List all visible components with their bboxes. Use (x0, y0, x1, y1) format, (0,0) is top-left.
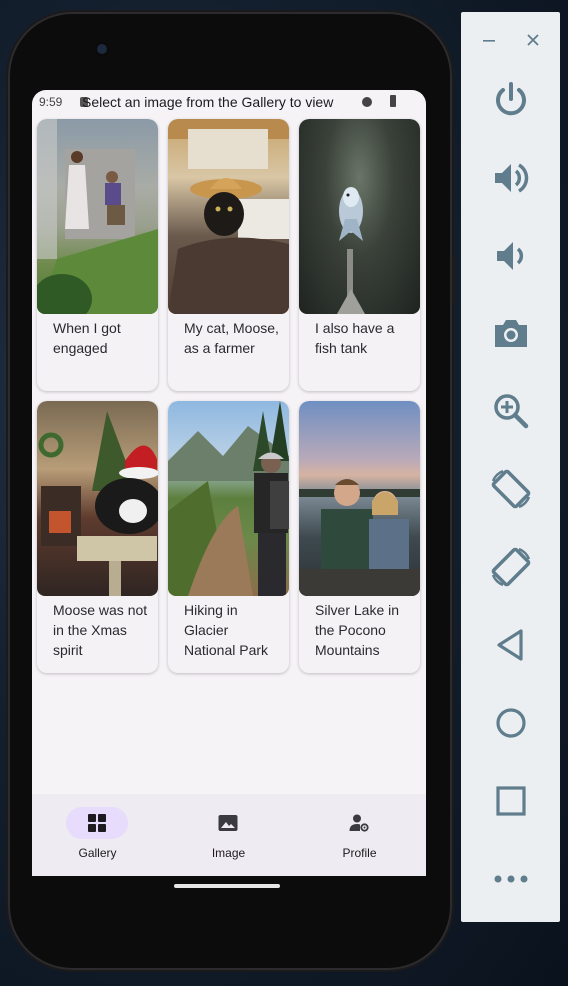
more-button[interactable] (461, 851, 560, 907)
nav-label: Image (211, 846, 246, 860)
gallery-card[interactable]: I also have a fish tank (299, 119, 420, 391)
status-bar: 9:59 Select an image from the Gallery to… (32, 90, 426, 114)
card-caption: I also have a fish tank (315, 320, 395, 356)
home-icon (495, 708, 526, 738)
card-caption: Hiking in Glacier National Park (184, 602, 269, 658)
back-icon (496, 629, 523, 661)
image-icon (218, 815, 238, 831)
network-icon (362, 97, 372, 107)
phone-side-button (452, 255, 456, 305)
home-button[interactable] (461, 695, 560, 751)
nav-item-image[interactable]: Image (163, 794, 294, 876)
emulator-control-panel (461, 12, 560, 922)
rotate-left-icon (491, 469, 530, 509)
card-caption: Silver Lake in the Pocono Mountains (315, 602, 400, 658)
cat-farmer-photo (168, 119, 289, 314)
screenshot-button[interactable] (461, 305, 560, 361)
volume-down-button[interactable] (461, 228, 560, 284)
zoom-in-icon (493, 394, 528, 429)
minimize-icon (483, 40, 495, 42)
hiking-photo (168, 401, 289, 596)
card-caption: When I got engaged (53, 320, 121, 356)
phone-screen: 9:59 Select an image from the Gallery to… (32, 90, 426, 876)
nav-label: Profile (342, 846, 377, 860)
power-icon (495, 82, 526, 116)
volume-down-icon (496, 242, 523, 270)
gallery-card[interactable]: Moose was not in the Xmas spirit (37, 401, 158, 673)
overview-icon (495, 786, 526, 816)
app-title: Select an image from the Gallery to view (82, 94, 334, 110)
home-gesture-bar[interactable] (174, 884, 280, 888)
volume-up-button[interactable] (461, 150, 560, 206)
nav-item-gallery[interactable]: Gallery (32, 794, 163, 876)
rotate-right-icon (491, 547, 530, 587)
gallery-card[interactable]: When I got engaged (37, 119, 158, 391)
card-caption: My cat, Moose, as a farmer (184, 320, 279, 356)
rotate-right-button[interactable] (461, 539, 560, 595)
overview-button[interactable] (461, 773, 560, 829)
lake-photo (299, 401, 420, 596)
back-button[interactable] (461, 617, 560, 673)
gallery-card[interactable]: My cat, Moose, as a farmer (168, 119, 289, 391)
gallery-card[interactable]: Hiking in Glacier National Park (168, 401, 289, 673)
engagement-photo (37, 119, 158, 314)
nav-label: Gallery (78, 846, 117, 860)
gallery-grid: When I got engaged My cat, Moose, as a f… (37, 119, 421, 673)
fish-tank-photo (299, 119, 420, 314)
battery-icon (390, 95, 396, 107)
close-button[interactable] (519, 28, 547, 52)
bottom-navigation: Gallery Image Profile (32, 794, 426, 876)
camera-icon (494, 320, 527, 347)
nav-item-profile[interactable]: Profile (294, 794, 425, 876)
volume-up-icon (494, 163, 528, 193)
card-caption: Moose was not in the Xmas spirit (53, 602, 148, 658)
power-button[interactable] (461, 71, 560, 127)
grid-icon (88, 814, 106, 832)
gallery-card[interactable]: Silver Lake in the Pocono Mountains (299, 401, 420, 673)
close-icon (527, 34, 539, 46)
front-camera (97, 44, 107, 54)
zoom-button[interactable] (461, 383, 560, 439)
rotate-left-button[interactable] (461, 461, 560, 517)
more-icon (494, 875, 527, 883)
status-time: 9:59 (39, 95, 63, 109)
minimize-button[interactable] (475, 28, 503, 52)
profile-settings-icon (349, 814, 369, 832)
cat-christmas-photo (37, 401, 158, 596)
